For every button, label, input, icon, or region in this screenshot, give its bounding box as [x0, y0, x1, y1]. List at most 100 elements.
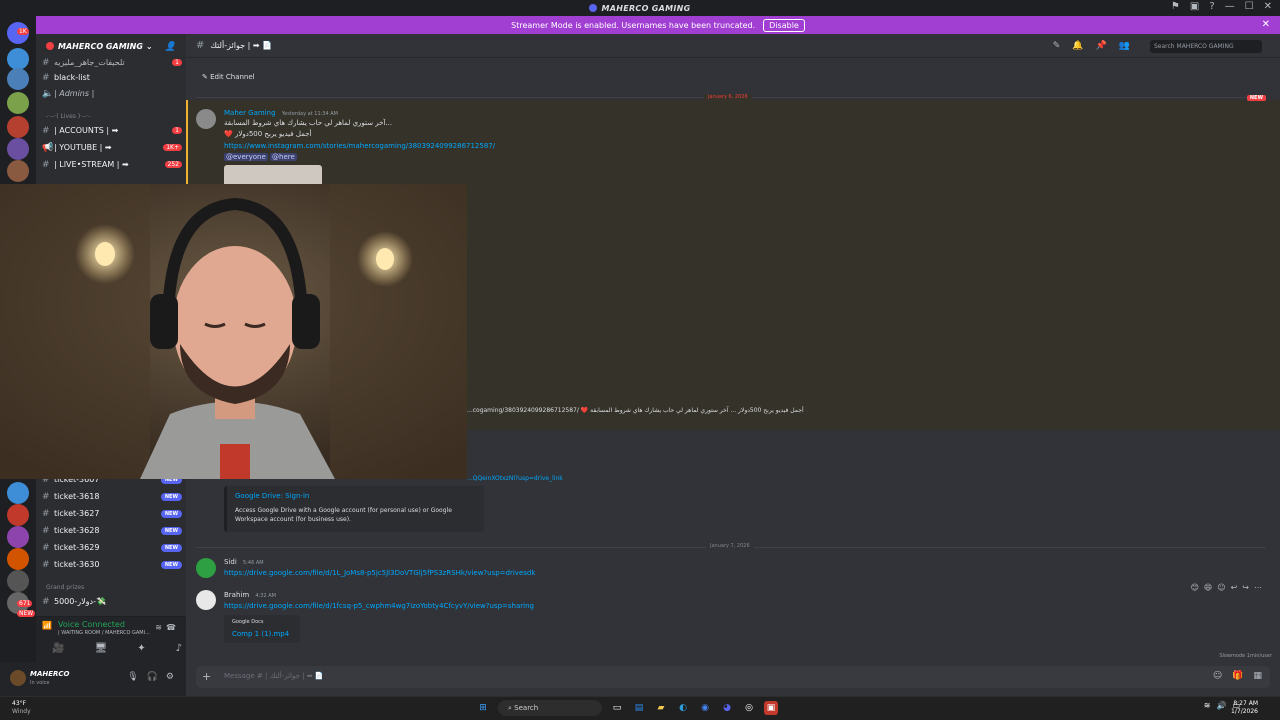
- header-actions: ✎ 🔔 📌 👥: [1053, 41, 1130, 51]
- server-icon[interactable]: [7, 116, 29, 138]
- author-name[interactable]: Maher Gaming: [224, 109, 276, 117]
- channel-item[interactable]: # black-list: [42, 70, 182, 85]
- discord-icon[interactable]: ◕: [720, 701, 734, 715]
- activities-icon[interactable]: ✦: [137, 643, 145, 654]
- channel-item[interactable]: # تلحيفات_جاهر_مليزيه 1: [42, 55, 182, 70]
- channel-item[interactable]: 📢 | YOUTUBE | ➡ 1K+: [42, 140, 182, 155]
- apps-icon[interactable]: ▦: [1253, 671, 1262, 681]
- weather-widget[interactable]: 43°F Windy: [12, 700, 31, 716]
- camera-icon[interactable]: 🎥: [52, 643, 64, 654]
- edge-icon[interactable]: ◐: [676, 701, 690, 715]
- taskbar: 43°F Windy ⊞ ⌕ Search ▭ ▤ ▰ ◐ ◉ ◕ ◎ ▣ ≋ …: [0, 696, 1280, 720]
- flag-icon[interactable]: ⚑: [1171, 1, 1180, 12]
- server-icon[interactable]: [7, 482, 29, 504]
- drive-link[interactable]: ...QQeinXOtxzNl?usp=drive_link: [467, 475, 563, 482]
- server-icon[interactable]: [7, 48, 29, 70]
- category-grand-prizes[interactable]: Grand prizes: [46, 584, 84, 591]
- message-header: Maher Gaming Yesterday at 11:34 AM: [224, 109, 338, 117]
- close-banner-icon[interactable]: ✕: [1262, 19, 1270, 30]
- server-icon[interactable]: [7, 526, 29, 548]
- ticket-channel[interactable]: # ticket-3629 NEW: [42, 540, 182, 555]
- avatar[interactable]: [196, 590, 216, 610]
- author-name[interactable]: Brahim: [224, 591, 249, 599]
- folder-icon[interactable]: ▰: [654, 701, 668, 715]
- server-icon[interactable]: [7, 548, 29, 570]
- screen-icon[interactable]: ▣: [1190, 1, 1199, 12]
- gear-icon[interactable]: ⚙: [166, 672, 174, 682]
- server-icon[interactable]: [7, 160, 29, 182]
- member-list-icon[interactable]: 👥: [1119, 41, 1130, 51]
- volume-icon[interactable]: 🔊: [1216, 701, 1226, 710]
- avatar[interactable]: [196, 109, 216, 129]
- screen-share-icon[interactable]: 🖥: [94, 643, 107, 654]
- headphones-icon[interactable]: 🎧: [147, 672, 158, 682]
- reply-preview[interactable]: ...cogaming/3803924099286712587/ ❤️ أجمل…: [467, 407, 804, 414]
- edit-channel-button[interactable]: ✎ Edit Channel: [202, 73, 255, 81]
- avatar[interactable]: [196, 558, 216, 578]
- microphone-icon[interactable]: 🎙: [127, 672, 138, 682]
- mention-everyone[interactable]: @everyone: [224, 153, 268, 161]
- ticket-channel[interactable]: # ticket-3628 NEW: [42, 523, 182, 538]
- store-icon[interactable]: ▤: [632, 701, 646, 715]
- taskbar-clock[interactable]: 8:27 AM 1/7/2026: [1231, 700, 1258, 716]
- invite-people-icon[interactable]: 👤: [165, 42, 176, 52]
- disable-streamer-mode-button[interactable]: Disable: [763, 18, 805, 32]
- soundboard-icon[interactable]: ♪: [176, 643, 182, 654]
- instagram-link[interactable]: https://www.instagram.com/stories/maherc…: [224, 142, 495, 150]
- server-icon[interactable]: [7, 68, 29, 90]
- server-icon[interactable]: [7, 138, 29, 160]
- search-input[interactable]: Search MAHERCO GAMING: [1150, 40, 1262, 53]
- reply-icon[interactable]: ↩: [1231, 583, 1238, 592]
- close-window-button[interactable]: ✕: [1264, 1, 1272, 12]
- add-attachment-icon[interactable]: +: [202, 670, 211, 683]
- wifi-icon[interactable]: ≋: [1204, 701, 1211, 710]
- author-name[interactable]: Sidi: [224, 558, 237, 566]
- ticket-channel[interactable]: # ticket-3618 NEW: [42, 489, 182, 504]
- chrome-icon[interactable]: ◉: [698, 701, 712, 715]
- server-icon[interactable]: [7, 570, 29, 592]
- task-view-icon[interactable]: ▭: [610, 701, 624, 715]
- embed-title[interactable]: Comp 1 (1).mp4: [232, 630, 292, 638]
- voice-connected-panel: 📶 Voice Connected | WAITING ROOM / MAHER…: [36, 616, 186, 662]
- steam-icon[interactable]: ◎: [742, 701, 756, 715]
- minimize-button[interactable]: —: [1225, 1, 1235, 12]
- gift-icon[interactable]: 🎁: [1232, 671, 1243, 681]
- message-input[interactable]: Message # | جوائز-ألتك | ➡ 📄: [224, 672, 324, 680]
- notification-bell-icon[interactable]: 🔔: [1072, 41, 1083, 51]
- channel-item[interactable]: # 5000-دولار-💸: [42, 594, 182, 609]
- voice-room[interactable]: | WAITING ROOM / MAHERCO GAMI...: [58, 630, 150, 636]
- voice-channel-item[interactable]: 🔈 | Admins |: [42, 86, 182, 101]
- server-icon[interactable]: [7, 504, 29, 526]
- voice-status[interactable]: Voice Connected: [58, 620, 125, 629]
- threads-icon[interactable]: ✎: [1053, 41, 1061, 51]
- reaction-icon[interactable]: 😄: [1204, 583, 1212, 592]
- emoji-icon[interactable]: ☺: [1213, 671, 1222, 681]
- category-lives[interactable]: -·--·( Lives )·--·-: [46, 113, 91, 120]
- pin-icon[interactable]: 📌: [1096, 41, 1107, 51]
- reaction-icon[interactable]: 😊: [1191, 583, 1199, 592]
- message-actions: 😊 😄 ☺ ↩ ↪ ⋯: [1191, 583, 1262, 592]
- username[interactable]: MAHERCO: [30, 670, 70, 678]
- windows-start-icon[interactable]: ⊞: [476, 701, 490, 715]
- taskbar-search[interactable]: ⌕ Search: [498, 700, 602, 716]
- help-icon[interactable]: ?: [1209, 1, 1214, 12]
- avatar[interactable]: [10, 670, 26, 686]
- add-reaction-icon[interactable]: ☺: [1217, 583, 1225, 592]
- maximize-button[interactable]: ☐: [1245, 1, 1254, 12]
- ticket-channel[interactable]: # ticket-3627 NEW: [42, 506, 182, 521]
- noise-suppression-icon[interactable]: ≋: [155, 623, 162, 632]
- disconnect-icon[interactable]: ☎: [166, 623, 176, 632]
- embed-title[interactable]: Google Drive: Sign-in: [235, 492, 476, 500]
- forward-icon[interactable]: ↪: [1242, 583, 1249, 592]
- channel-item[interactable]: # | ACCOUNTS | ➡ 1: [42, 123, 182, 138]
- image-attachment[interactable]: [224, 165, 322, 185]
- mention-here[interactable]: @here: [270, 153, 297, 161]
- server-icon[interactable]: [7, 92, 29, 114]
- app-icon[interactable]: ▣: [764, 701, 778, 715]
- drive-link[interactable]: https://drive.google.com/file/d/1fcsq-p5…: [224, 602, 534, 610]
- message-composer[interactable]: + Message # | جوائز-ألتك | ➡ 📄 ☺ 🎁 ▦: [196, 666, 1270, 688]
- channel-item[interactable]: # | LIVE•STREAM | ➡ 252: [42, 157, 182, 172]
- more-options-icon[interactable]: ⋯: [1254, 583, 1262, 592]
- drive-link[interactable]: https://drive.google.com/file/d/1L_JoMs8…: [224, 569, 535, 577]
- ticket-channel[interactable]: # ticket-3630 NEW: [42, 557, 182, 572]
